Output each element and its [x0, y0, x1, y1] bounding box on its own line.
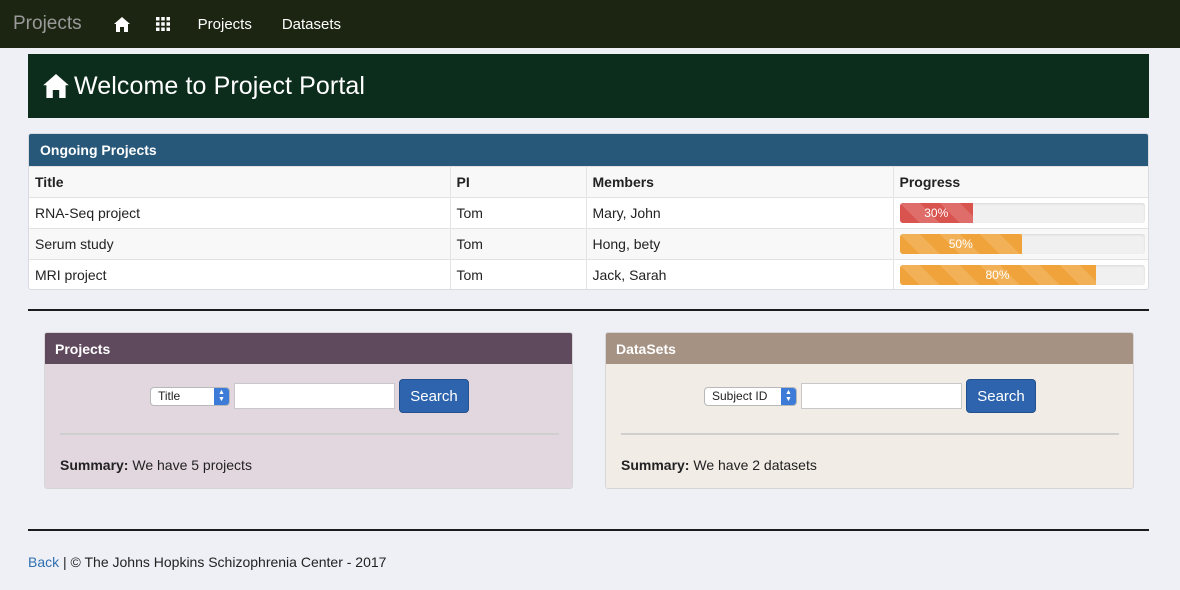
back-link[interactable]: Back	[28, 554, 59, 570]
section-divider	[28, 309, 1149, 311]
projects-search-form: Title ▲ ▼ Search	[150, 379, 469, 413]
navbar-brand[interactable]: Projects	[13, 13, 82, 35]
column-header-members: Members	[586, 166, 894, 198]
nav-link-datasets[interactable]: Datasets	[282, 16, 341, 33]
grid-icon[interactable]	[153, 14, 173, 34]
ongoing-projects-heading: Ongoing Projects	[29, 134, 1148, 166]
datasets-search-input[interactable]	[801, 383, 962, 409]
projects-search-button[interactable]: Search	[399, 379, 469, 413]
ongoing-projects-table: Title PI Members Progress RNA-Seq projec…	[29, 166, 1148, 289]
panel-divider	[621, 433, 1119, 435]
home-icon	[43, 73, 69, 99]
table-row[interactable]: MRI project Tom Jack, Sarah 80%	[29, 259, 1148, 289]
cell-pi: Tom	[450, 228, 587, 260]
section-divider	[28, 529, 1149, 531]
column-header-title: Title	[29, 166, 451, 198]
cell-members: Jack, Sarah	[586, 259, 894, 289]
progress-bar: 50%	[899, 234, 1145, 254]
table-row[interactable]: Serum study Tom Hong, bety 50%	[29, 228, 1148, 260]
datasets-search-field-select[interactable]: Subject ID ▲ ▼	[704, 386, 797, 406]
cell-progress: 80%	[893, 259, 1148, 289]
datasets-search-panel: DataSets Subject ID ▲ ▼ Search Summary: W…	[605, 332, 1134, 489]
progress-bar-fill: 50%	[899, 234, 1022, 254]
ongoing-projects-panel: Ongoing Projects Title PI Members Progre…	[28, 133, 1149, 290]
summary-label: Summary:	[621, 457, 690, 473]
summary-text: We have 5 projects	[128, 457, 252, 473]
datasets-summary: Summary: We have 2 datasets	[621, 457, 817, 473]
table-row[interactable]: RNA-Seq project Tom Mary, John 30%	[29, 197, 1148, 229]
progress-bar-fill: 30%	[899, 203, 973, 223]
select-value: Subject ID	[712, 389, 768, 403]
cell-progress: 50%	[893, 228, 1148, 260]
column-header-pi: PI	[450, 166, 587, 198]
nav-link-projects[interactable]: Projects	[198, 16, 252, 33]
progress-bar-fill: 80%	[899, 265, 1096, 286]
projects-search-panel: Projects Title ▲ ▼ Search Summary: We hav…	[44, 332, 573, 489]
cell-members: Mary, John	[586, 197, 894, 229]
page-title: Welcome to Project Portal	[74, 71, 366, 100]
top-navbar: Projects Projects Datasets	[0, 0, 1180, 48]
select-arrows-icon: ▲ ▼	[781, 387, 796, 405]
progress-bar: 80%	[899, 265, 1145, 286]
datasets-search-form: Subject ID ▲ ▼ Search	[704, 379, 1036, 413]
cell-title: Serum study	[29, 228, 451, 260]
cell-pi: Tom	[450, 197, 587, 229]
panel-divider	[60, 433, 559, 435]
progress-bar: 30%	[899, 203, 1145, 223]
cell-pi: Tom	[450, 259, 587, 289]
cell-members: Hong, bety	[586, 228, 894, 260]
column-header-progress: Progress	[893, 166, 1148, 198]
footer: Back | © The Johns Hopkins Schizophrenia…	[28, 554, 386, 570]
projects-search-field-select[interactable]: Title ▲ ▼	[150, 386, 230, 406]
welcome-banner: Welcome to Project Portal	[28, 54, 1149, 118]
summary-text: We have 2 datasets	[689, 457, 817, 473]
cell-title: RNA-Seq project	[29, 197, 451, 229]
datasets-panel-heading: DataSets	[606, 333, 1133, 364]
cell-progress: 30%	[893, 197, 1148, 229]
projects-panel-heading: Projects	[45, 333, 572, 364]
copyright-text: | © The Johns Hopkins Schizophrenia Cent…	[59, 554, 387, 570]
home-icon[interactable]	[112, 14, 132, 34]
table-header-row: Title PI Members Progress	[29, 166, 1148, 198]
datasets-search-button[interactable]: Search	[966, 379, 1036, 413]
projects-summary: Summary: We have 5 projects	[60, 457, 252, 473]
summary-label: Summary:	[60, 457, 129, 473]
select-arrows-icon: ▲ ▼	[214, 387, 229, 405]
cell-title: MRI project	[29, 259, 451, 289]
projects-search-input[interactable]	[234, 383, 395, 409]
select-value: Title	[158, 389, 181, 403]
